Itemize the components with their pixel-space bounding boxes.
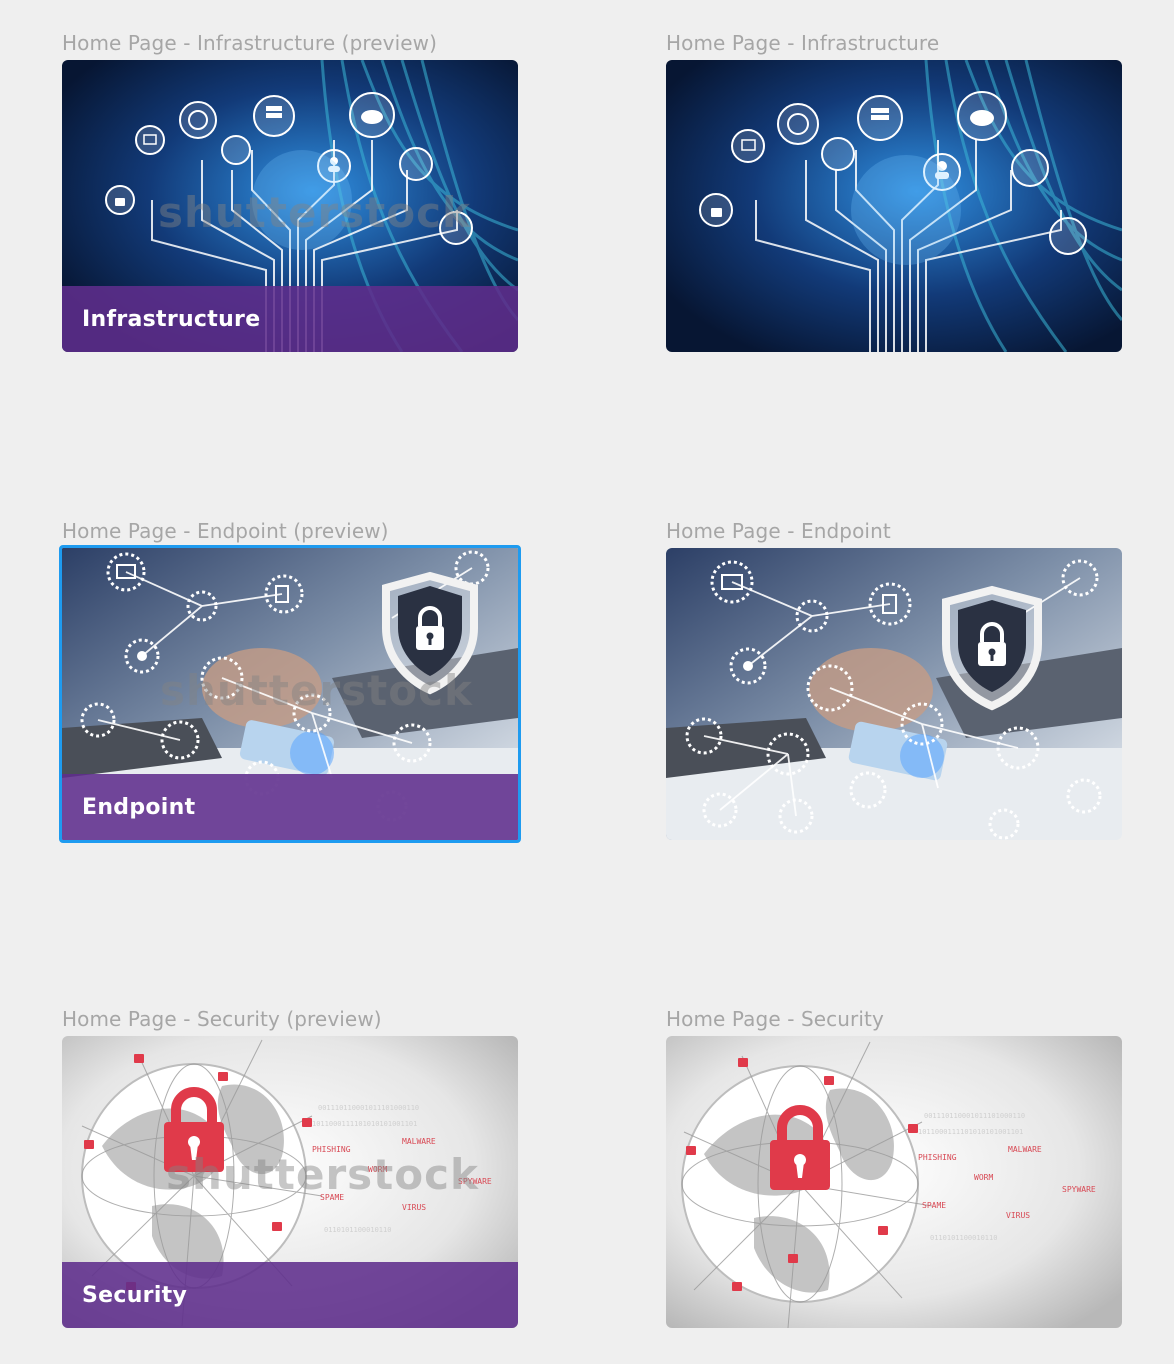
term-spyware: SPYWARE (1062, 1185, 1096, 1194)
frame-label-infrastructure-preview[interactable]: Home Page - Infrastructure (preview) (62, 31, 437, 55)
frame-endpoint[interactable] (666, 548, 1122, 840)
frame-infrastructure-preview[interactable]: shutterstock Infrastructure (62, 60, 518, 352)
term-phishing: PHISHING (918, 1153, 957, 1162)
banner-title: Endpoint (82, 794, 196, 820)
frame-label-endpoint[interactable]: Home Page - Endpoint (666, 519, 891, 543)
frame-security-preview[interactable]: PHISHING MALWARE WORM SPYWARE SPAME VIRU… (62, 1036, 518, 1328)
design-canvas: Home Page - Infrastructure (preview) shu… (0, 0, 1174, 1364)
svg-text:001110110001011101000110: 001110110001011101000110 (924, 1112, 1025, 1120)
security-image: PHISHING MALWARE WORM SPYWARE SPAME VIRU… (666, 1036, 1122, 1328)
infrastructure-image (666, 60, 1122, 352)
svg-text:1011000111101010101001101: 1011000111101010101001101 (312, 1120, 417, 1128)
term-malware: MALWARE (1008, 1145, 1042, 1154)
endpoint-image (666, 548, 1122, 840)
term-malware: MALWARE (402, 1137, 436, 1146)
term-phishing: PHISHING (312, 1145, 351, 1154)
banner-infrastructure: Infrastructure (62, 286, 518, 352)
term-spame: SPAME (320, 1193, 344, 1202)
term-virus: VIRUS (402, 1203, 426, 1212)
svg-text:0110101100010110: 0110101100010110 (324, 1226, 391, 1234)
term-worm: WORM (974, 1173, 993, 1182)
svg-text:001110110001011101000110: 001110110001011101000110 (318, 1104, 419, 1112)
frame-label-infrastructure[interactable]: Home Page - Infrastructure (666, 31, 939, 55)
banner-security: Security (62, 1262, 518, 1328)
svg-text:0110101100010110: 0110101100010110 (930, 1234, 997, 1242)
frame-label-security[interactable]: Home Page - Security (666, 1007, 884, 1031)
frame-endpoint-preview[interactable]: shutterstock Endpoint (59, 545, 521, 843)
svg-text:1011000111101010101001101: 1011000111101010101001101 (918, 1128, 1023, 1136)
frame-label-security-preview[interactable]: Home Page - Security (preview) (62, 1007, 382, 1031)
term-worm: WORM (368, 1165, 387, 1174)
frame-infrastructure[interactable] (666, 60, 1122, 352)
frame-label-endpoint-preview[interactable]: Home Page - Endpoint (preview) (62, 519, 389, 543)
banner-endpoint: Endpoint (62, 774, 518, 840)
term-virus: VIRUS (1006, 1211, 1030, 1220)
banner-title: Infrastructure (82, 306, 261, 332)
term-spyware: SPYWARE (458, 1177, 492, 1186)
banner-title: Security (82, 1282, 188, 1308)
frame-security[interactable]: PHISHING MALWARE WORM SPYWARE SPAME VIRU… (666, 1036, 1122, 1328)
term-spame: SPAME (922, 1201, 946, 1210)
